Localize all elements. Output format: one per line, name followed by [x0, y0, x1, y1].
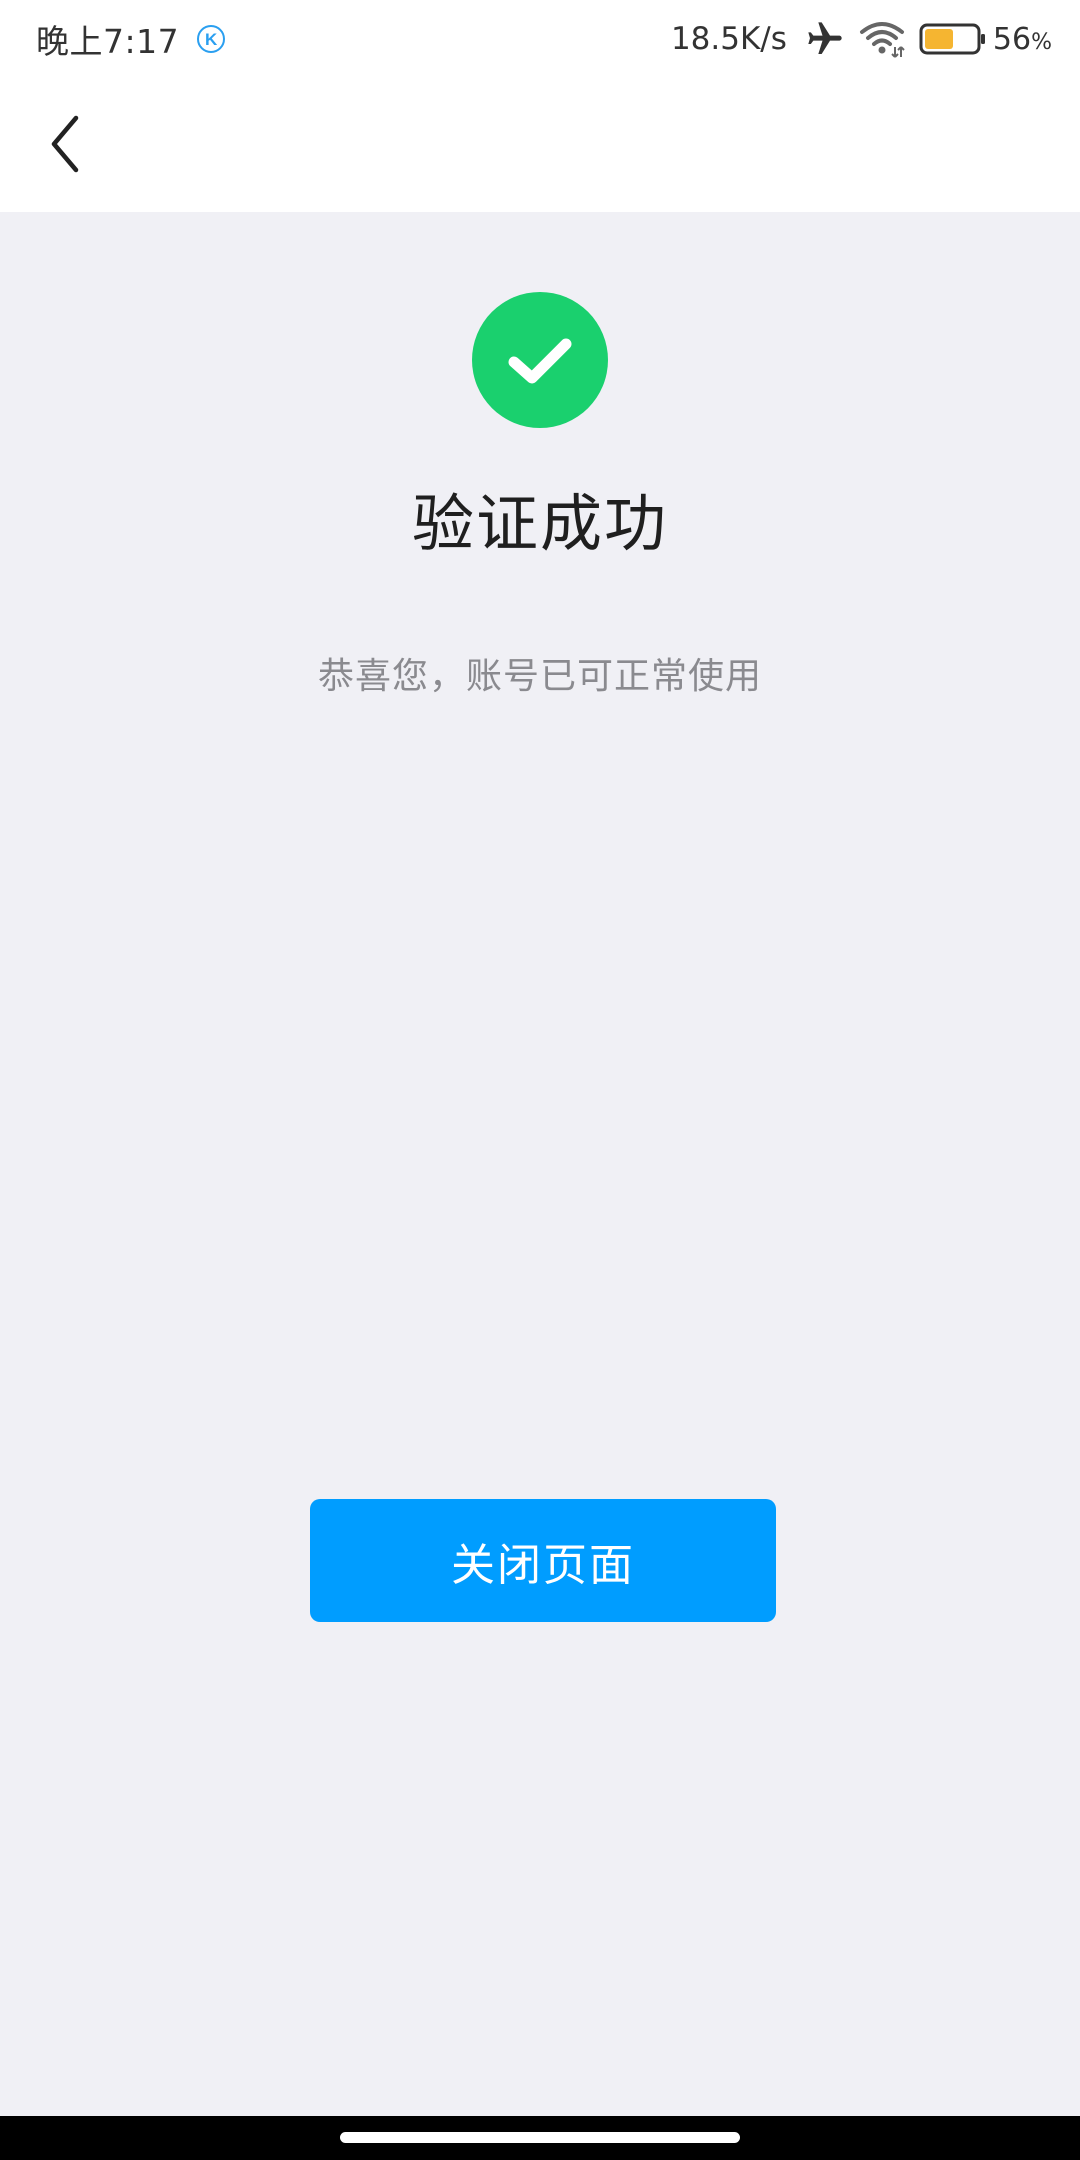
page-title: 验证成功	[411, 487, 668, 560]
app-badge-letter: K	[204, 29, 218, 49]
app-notification-icon: K	[197, 25, 226, 53]
success-message: 恭喜您，账号已可正常使用	[317, 656, 762, 697]
nav-bar	[0, 78, 1080, 212]
check-circle-icon	[472, 292, 608, 428]
battery-percent: 56%	[992, 21, 1052, 57]
status-time: 晚上7:17	[36, 22, 180, 61]
home-gesture-handle[interactable]	[340, 2132, 740, 2143]
airplane-icon	[805, 19, 845, 59]
gesture-navigation-bar	[0, 2116, 1080, 2160]
close-page-button[interactable]: 关闭页面	[310, 1499, 776, 1622]
status-bar-left: 晚上7:17 K	[36, 18, 226, 61]
back-button[interactable]	[30, 108, 102, 180]
content-area: 验证成功 恭喜您，账号已可正常使用 关闭页面	[0, 212, 1080, 2116]
status-bar: 晚上7:17 K 18.5K/s 56%	[0, 0, 1080, 78]
chevron-left-icon	[51, 115, 79, 173]
battery-icon	[919, 21, 987, 57]
status-bar-right: 18.5K/s 56%	[671, 18, 1052, 60]
wifi-icon	[859, 19, 905, 59]
network-speed: 18.5K/s	[670, 21, 787, 57]
